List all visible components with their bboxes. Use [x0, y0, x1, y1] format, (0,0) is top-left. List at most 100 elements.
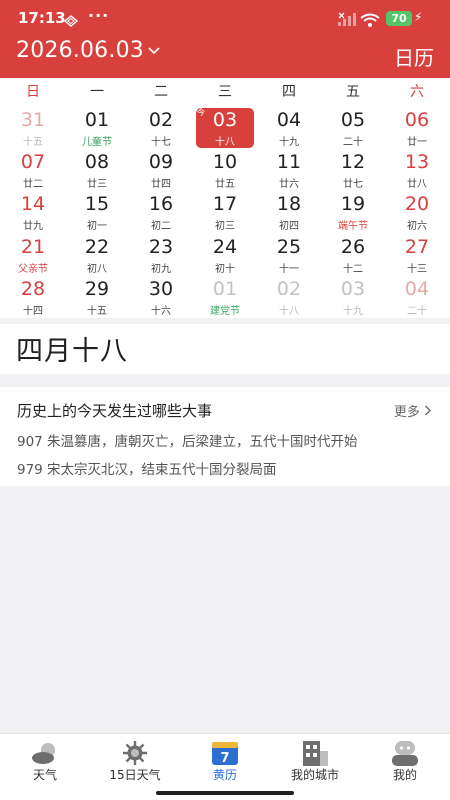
- tab-label: 我的城市: [290, 768, 339, 782]
- history-item[interactable]: 907 朱温篡唐，唐朝灭亡，后梁建立，五代十国时代开始: [17, 430, 358, 450]
- lunar-day: 廿五: [215, 179, 235, 190]
- history-item[interactable]: 979 宋太宗灭北汉，结束五代十国分裂局面: [17, 458, 277, 478]
- tab-label: 15日天气: [109, 768, 161, 782]
- lunar-day: 廿三: [87, 179, 107, 190]
- lunar-day: 初四: [279, 221, 299, 232]
- current-date: 2026.06.03: [16, 38, 144, 63]
- lunar-day: 二十: [343, 137, 363, 148]
- calendar-day[interactable]: 12 廿七: [324, 150, 382, 190]
- lunar-day: 十七: [151, 137, 171, 148]
- profile-icon: [391, 740, 419, 766]
- battery-level: 70: [386, 11, 412, 26]
- day-number: 15: [84, 193, 110, 215]
- lunar-day: 十五: [23, 137, 43, 148]
- lunar-day: 初六: [407, 221, 427, 232]
- history-today-card[interactable]: 历史上的今天发生过哪些大事 更多 907 朱温篡唐，唐朝灭亡，后梁建立，五代十国…: [0, 387, 450, 486]
- tab-15day-weather[interactable]: 15日天气: [90, 734, 180, 790]
- day-number: 28: [20, 278, 46, 300]
- calendar-day[interactable]: 28 十四: [4, 277, 62, 317]
- calendar-day[interactable]: 27 十三: [388, 235, 446, 275]
- day-number: 02: [148, 109, 174, 131]
- calendar-day[interactable]: 24 初十: [196, 235, 254, 275]
- calendar-day[interactable]: 13 廿八: [388, 150, 446, 190]
- sun-gear-icon: [121, 740, 149, 766]
- lunar-day: 初八: [87, 264, 107, 275]
- lunar-day: 十九: [343, 306, 363, 317]
- calendar-day[interactable]: 21 父亲节: [4, 235, 62, 275]
- calendar-day[interactable]: 01 建党节: [196, 277, 254, 317]
- calendar-icon-day: 7: [220, 751, 229, 766]
- day-number: 13: [404, 151, 430, 173]
- calendar-day[interactable]: 25 十一: [260, 235, 318, 275]
- lunar-day: 初二: [151, 221, 171, 232]
- calendar-day-selected[interactable]: 今 03 十八: [196, 108, 254, 148]
- calendar-day[interactable]: 01 儿童节: [68, 108, 126, 148]
- tab-profile[interactable]: 我的: [360, 734, 450, 790]
- day-number: 04: [404, 278, 430, 300]
- calendar-day[interactable]: 29 十五: [68, 277, 126, 317]
- calendar-day[interactable]: 11 廿六: [260, 150, 318, 190]
- calendar-day[interactable]: 08 廿三: [68, 150, 126, 190]
- calendar-day[interactable]: 04 二十: [388, 277, 446, 317]
- calendar-day[interactable]: 18 初四: [260, 192, 318, 232]
- lunar-day: 十三: [407, 264, 427, 275]
- lunar-day: 十八: [279, 306, 299, 317]
- city-building-icon: [301, 740, 329, 766]
- weekday-label: 三: [218, 84, 232, 100]
- more-label: 更多: [393, 405, 420, 420]
- day-number: 26: [340, 236, 366, 258]
- calendar-day[interactable]: 07 廿二: [4, 150, 62, 190]
- lunar-day: 廿二: [23, 179, 43, 190]
- lunar-day: 廿八: [407, 179, 427, 190]
- calendar-day[interactable]: 23 初九: [132, 235, 190, 275]
- tab-weather[interactable]: 天气: [0, 734, 90, 790]
- calendar-day[interactable]: 06 廿一: [388, 108, 446, 148]
- weather-cloud-icon: [31, 740, 59, 766]
- calendar-day[interactable]: 10 廿五: [196, 150, 254, 190]
- tab-almanac[interactable]: 7 黄历: [180, 734, 270, 790]
- history-more-link[interactable]: 更多: [394, 401, 432, 420]
- lunar-day: 廿一: [407, 137, 427, 148]
- calendar-day[interactable]: 20 初六: [388, 192, 446, 232]
- lunar-day: 廿七: [343, 179, 363, 190]
- weekday-label: 日: [26, 84, 40, 100]
- bottom-tab-bar: 天气 15日天气 7 黄历 我的城市 我的: [0, 733, 450, 800]
- calendar-day[interactable]: 30 十六: [132, 277, 190, 317]
- day-number: 24: [212, 236, 238, 258]
- wifi-icon: [360, 12, 380, 31]
- day-number: 05: [340, 109, 366, 131]
- tab-label: 天气: [32, 768, 57, 782]
- chevron-down-icon: [148, 43, 160, 59]
- day-number: 14: [20, 193, 46, 215]
- calendar-day[interactable]: 17 初三: [196, 192, 254, 232]
- calendar-day[interactable]: 15 初一: [68, 192, 126, 232]
- day-number: 30: [148, 278, 174, 300]
- almanac-button[interactable]: 日历: [394, 42, 434, 71]
- calendar-day[interactable]: 03 十九: [324, 277, 382, 317]
- lunar-day: 十四: [23, 306, 43, 317]
- calendar-day[interactable]: 19 端午节: [324, 192, 382, 232]
- signal-icon: [338, 11, 356, 30]
- lunar-day: 十六: [151, 306, 171, 317]
- app-header: 17:13 ··· 70 ⚡ 2026.06.03 日历: [0, 0, 450, 78]
- lunar-day: 初一: [87, 221, 107, 232]
- tab-my-cities[interactable]: 我的城市: [270, 734, 360, 790]
- calendar-day[interactable]: 22 初八: [68, 235, 126, 275]
- day-number: 23: [148, 236, 174, 258]
- calendar-day[interactable]: 16 初二: [132, 192, 190, 232]
- festival-label: 父亲节: [18, 264, 48, 275]
- chevron-right-icon: [424, 405, 432, 420]
- calendar-day[interactable]: 02 十八: [260, 277, 318, 317]
- calendar-day[interactable]: 05 二十: [324, 108, 382, 148]
- calendar-day[interactable]: 26 十二: [324, 235, 382, 275]
- lunar-day: 廿四: [151, 179, 171, 190]
- calendar-day[interactable]: 02 十七: [132, 108, 190, 148]
- calendar-day[interactable]: 31 十五: [4, 108, 62, 148]
- calendar-day[interactable]: 09 廿四: [132, 150, 190, 190]
- calendar-day[interactable]: 14 廿九: [4, 192, 62, 232]
- day-number: 10: [212, 151, 238, 173]
- day-number: 22: [84, 236, 110, 258]
- home-indicator: [156, 791, 294, 795]
- calendar-day[interactable]: 04 十九: [260, 108, 318, 148]
- month-picker[interactable]: 2026.06.03: [16, 38, 160, 63]
